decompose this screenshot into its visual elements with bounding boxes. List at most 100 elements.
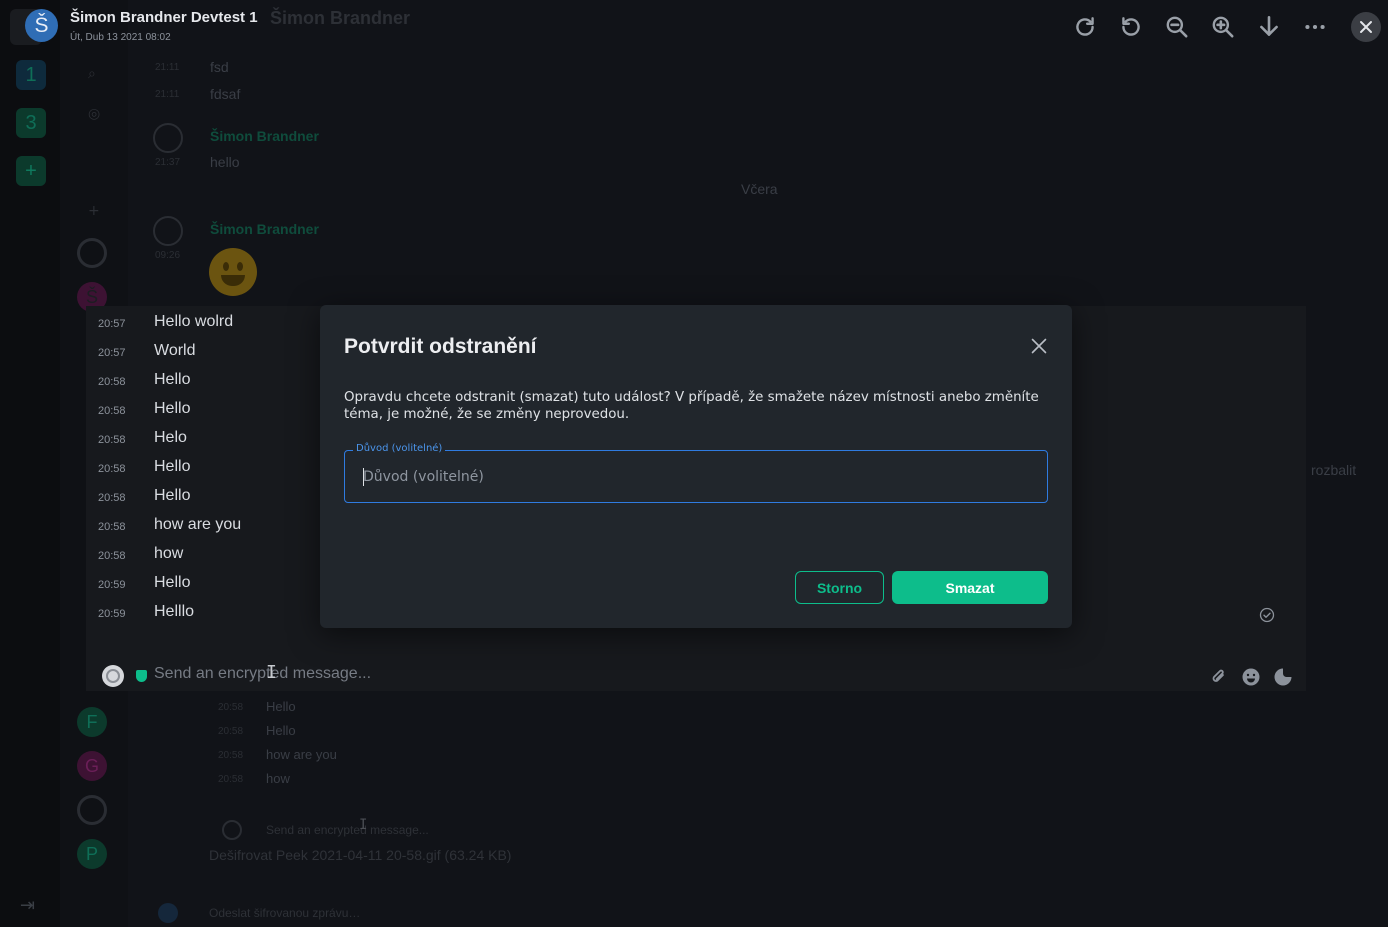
space-panel: 1 3 + ⇥ bbox=[0, 0, 60, 927]
sender-avatar[interactable] bbox=[153, 123, 183, 153]
search-icon[interactable]: ⌕ bbox=[88, 66, 96, 82]
space-tile-3[interactable]: 3 bbox=[16, 108, 46, 138]
attachment-icon bbox=[1208, 666, 1230, 688]
list-item: 20:58 Helo bbox=[86, 428, 326, 457]
rotate-counterclockwise-button[interactable] bbox=[1116, 12, 1146, 42]
message-time: 20:58 bbox=[98, 492, 126, 504]
close-icon bbox=[1031, 338, 1047, 354]
message-time: 20:59 bbox=[98, 608, 126, 620]
message-text: Hello bbox=[154, 400, 191, 417]
reason-field[interactable]: Důvod (volitelné) bbox=[344, 443, 1048, 503]
zoom-out-icon bbox=[1166, 16, 1188, 38]
composer-placeholder: Send an encrypted message... bbox=[154, 665, 372, 682]
confirm-delete-dialog: Potvrdit odstranění Opravdu chcete odstr… bbox=[320, 305, 1072, 628]
dialog-message: Opravdu chcete odstranit (smazat) tuto u… bbox=[344, 390, 1039, 422]
rotate-counterclockwise-icon bbox=[1122, 17, 1140, 36]
list-item: 20:58 Hello bbox=[86, 399, 326, 428]
message-text: how are you bbox=[266, 747, 337, 762]
list-item: 20:59 Hello bbox=[86, 573, 326, 602]
list-item: 20:58 Hello bbox=[86, 486, 326, 515]
sender-avatar[interactable] bbox=[153, 216, 183, 246]
message-text: Hello bbox=[266, 723, 296, 738]
message-text: Hello bbox=[154, 574, 191, 591]
message-time: 20:58 bbox=[98, 521, 126, 533]
list-item: 20:57 World bbox=[86, 341, 326, 370]
cancel-button[interactable]: Storno bbox=[795, 571, 884, 604]
emoji-icon bbox=[1240, 666, 1262, 688]
room-avatar[interactable]: P bbox=[77, 839, 107, 869]
composer-avatar bbox=[102, 665, 124, 687]
explore-icon[interactable]: ◎ bbox=[88, 106, 100, 122]
bottom-composer-placeholder[interactable]: Odeslat šifrovanou zprávu… bbox=[209, 906, 360, 920]
list-item: 20:58 Hello bbox=[86, 370, 326, 399]
read-receipt-icon bbox=[1259, 607, 1275, 623]
message-text: Hello bbox=[154, 371, 191, 388]
message-time: 20:58 bbox=[98, 405, 126, 417]
image-viewer-header: Š Šimon Brandner Šimon Brandner Devtest … bbox=[0, 0, 1388, 52]
event-timestamp: Út, Dub 13 2021 08:02 bbox=[70, 32, 171, 43]
text-caret bbox=[363, 468, 364, 486]
list-item: 20:58 how bbox=[86, 544, 326, 573]
message-time: 20:59 bbox=[98, 579, 126, 591]
sender-name[interactable]: Šimon Brandner bbox=[210, 221, 319, 237]
message-text: fdsaf bbox=[210, 86, 241, 102]
behind-room-title: Šimon Brandner bbox=[270, 8, 411, 28]
message-time: 20:58 bbox=[218, 774, 244, 785]
rotate-clockwise-icon bbox=[1076, 17, 1094, 36]
message-text: Hello bbox=[154, 458, 191, 475]
reason-input[interactable] bbox=[345, 451, 1047, 502]
add-room-icon[interactable]: + bbox=[88, 203, 100, 219]
message-text: Hello bbox=[154, 487, 191, 504]
zoom-out-button[interactable] bbox=[1162, 12, 1192, 42]
message-time: 21:11 bbox=[155, 62, 180, 73]
message-time: 20:58 bbox=[98, 463, 126, 475]
encryption-shield-icon bbox=[136, 670, 147, 682]
download-button[interactable] bbox=[1254, 12, 1284, 42]
bottom-composer-avatar bbox=[158, 903, 178, 923]
message-time: 20:58 bbox=[98, 434, 126, 446]
create-space-button[interactable]: + bbox=[16, 156, 46, 186]
file-download-link[interactable]: Dešifrovat Peek 2021-04-11 20-58.gif (63… bbox=[209, 847, 511, 863]
message-time: 20:58 bbox=[218, 702, 244, 713]
close-viewer-button[interactable] bbox=[1351, 12, 1381, 42]
space-tile-1[interactable]: 1 bbox=[16, 60, 46, 90]
message-time: 20:57 bbox=[98, 318, 126, 330]
message-text: Helllo bbox=[154, 603, 195, 620]
message-text: fsd bbox=[210, 59, 229, 75]
expand-panel-icon[interactable]: ⇥ bbox=[20, 895, 35, 916]
message-time: 20:57 bbox=[98, 347, 126, 359]
room-avatar[interactable] bbox=[77, 795, 107, 825]
more-options-button[interactable] bbox=[1300, 12, 1330, 42]
rotate-clockwise-button[interactable] bbox=[1070, 12, 1100, 42]
list-item: 20:57 Hello wolrd bbox=[86, 312, 326, 341]
zoom-in-icon bbox=[1212, 16, 1234, 38]
avatar[interactable]: Š bbox=[25, 9, 58, 42]
room-avatar[interactable]: G bbox=[77, 751, 107, 781]
zoom-in-button[interactable] bbox=[1208, 12, 1238, 42]
dialog-title: Potvrdit odstranění bbox=[344, 335, 537, 358]
more-options-icon bbox=[1305, 24, 1325, 30]
date-separator: Včera bbox=[741, 181, 778, 197]
message-text: how bbox=[266, 771, 290, 786]
delete-button[interactable]: Smazat bbox=[892, 571, 1048, 604]
message-text: Hello wolrd bbox=[154, 313, 234, 330]
mouse-cursor-ghost: I bbox=[359, 817, 368, 833]
expand-link[interactable]: rozbalit bbox=[1311, 462, 1356, 478]
room-avatar[interactable]: F bbox=[77, 707, 107, 737]
smiley-emoji-image[interactable] bbox=[209, 248, 257, 296]
list-item: 20:59 Helllo bbox=[86, 602, 326, 631]
sender-name[interactable]: Šimon Brandner bbox=[210, 128, 319, 144]
message-text: Helo bbox=[154, 429, 187, 446]
sticker-icon bbox=[1272, 666, 1294, 688]
room-avatar[interactable] bbox=[77, 238, 107, 268]
list-item: 20:58 Hello bbox=[86, 457, 326, 486]
message-text: hello bbox=[210, 154, 240, 170]
message-time: 20:58 bbox=[218, 726, 244, 737]
screen: 1 3 + ⇥ ⌕ ◎ + Š F G P 21:11 fsd 21:11 fd… bbox=[0, 0, 1388, 927]
composer-placeholder[interactable]: Send an encrypted message... bbox=[266, 823, 429, 837]
message-time: 20:58 bbox=[98, 376, 126, 388]
message-time: 20:58 bbox=[218, 750, 244, 761]
message-time: 21:37 bbox=[155, 157, 181, 168]
message-text: Hello bbox=[266, 699, 296, 714]
dialog-close-button[interactable] bbox=[1028, 335, 1050, 357]
